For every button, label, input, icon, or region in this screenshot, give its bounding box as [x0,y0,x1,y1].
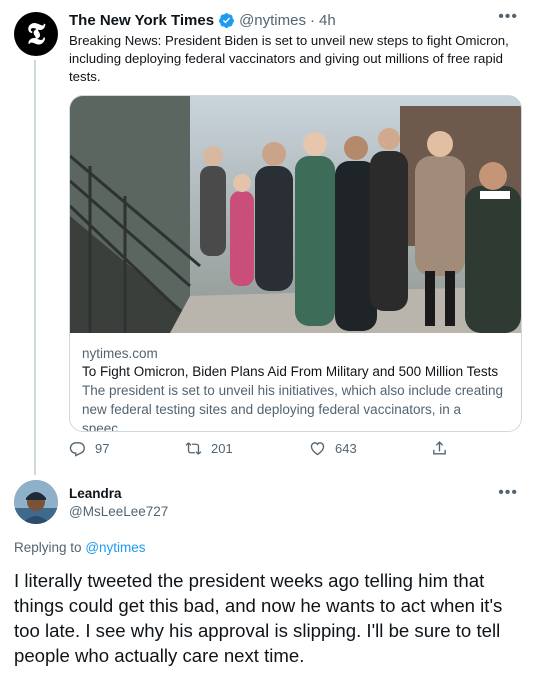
reply-button[interactable]: 97 [69,440,109,457]
like-button[interactable]: 643 [309,440,357,457]
reply-author-handle[interactable]: @MsLeeLee727 [69,504,168,519]
avatar-leandra[interactable] [14,480,58,524]
like-icon [310,442,325,456]
more-icon[interactable]: ••• [498,9,518,25]
share-icon [433,441,446,455]
author-name[interactable]: The New York Times [69,12,214,29]
author-handle[interactable]: @nytimes [239,12,306,29]
more-icon[interactable]: ••• [498,485,518,501]
reply-author-name[interactable]: Leandra [69,486,122,501]
card-description: The president is set to unveil his initi… [82,383,503,432]
retweet-icon [185,442,202,455]
replying-prefix: Replying to [14,540,82,555]
tweet-actions: 97 201 643 [69,440,449,464]
share-button[interactable] [431,440,457,457]
card-domain: nytimes.com [82,346,158,361]
reply-text: I literally tweeted the president weeks … [14,570,503,666]
thread-line [34,60,36,475]
link-card[interactable]: nytimes.com To Fight Omicron, Biden Plan… [69,95,522,432]
separator-dot: · [309,12,315,29]
tweet-header: The New York Times @nytimes · 4h [69,12,336,29]
original-tweet[interactable]: 𝕿 The New York Times @nytimes · 4h ••• B… [0,0,538,475]
card-photo [70,96,521,333]
retweet-button[interactable]: 201 [185,440,233,457]
verified-icon [218,12,235,29]
replying-to-link[interactable]: @nytimes [85,540,145,555]
retweet-count: 201 [211,441,233,456]
card-text: nytimes.com To Fight Omicron, Biden Plan… [70,333,521,432]
reply-tweet[interactable]: Leandra @MsLeeLee727 ••• Replying to @ny… [0,470,538,680]
reply-icon [69,442,85,457]
card-title: To Fight Omicron, Biden Plans Aid From M… [82,364,499,379]
like-count: 643 [335,441,357,456]
replying-to: Replying to @nytimes [14,540,146,555]
avatar-photo [14,480,58,524]
reply-count: 97 [95,441,110,456]
avatar-nytimes[interactable]: 𝕿 [14,12,58,56]
tweet-text: Breaking News: President Biden is set to… [69,33,509,84]
tweet-timestamp[interactable]: 4h [319,12,336,29]
nyt-logo: 𝕿 [26,16,46,52]
card-image [70,96,521,333]
